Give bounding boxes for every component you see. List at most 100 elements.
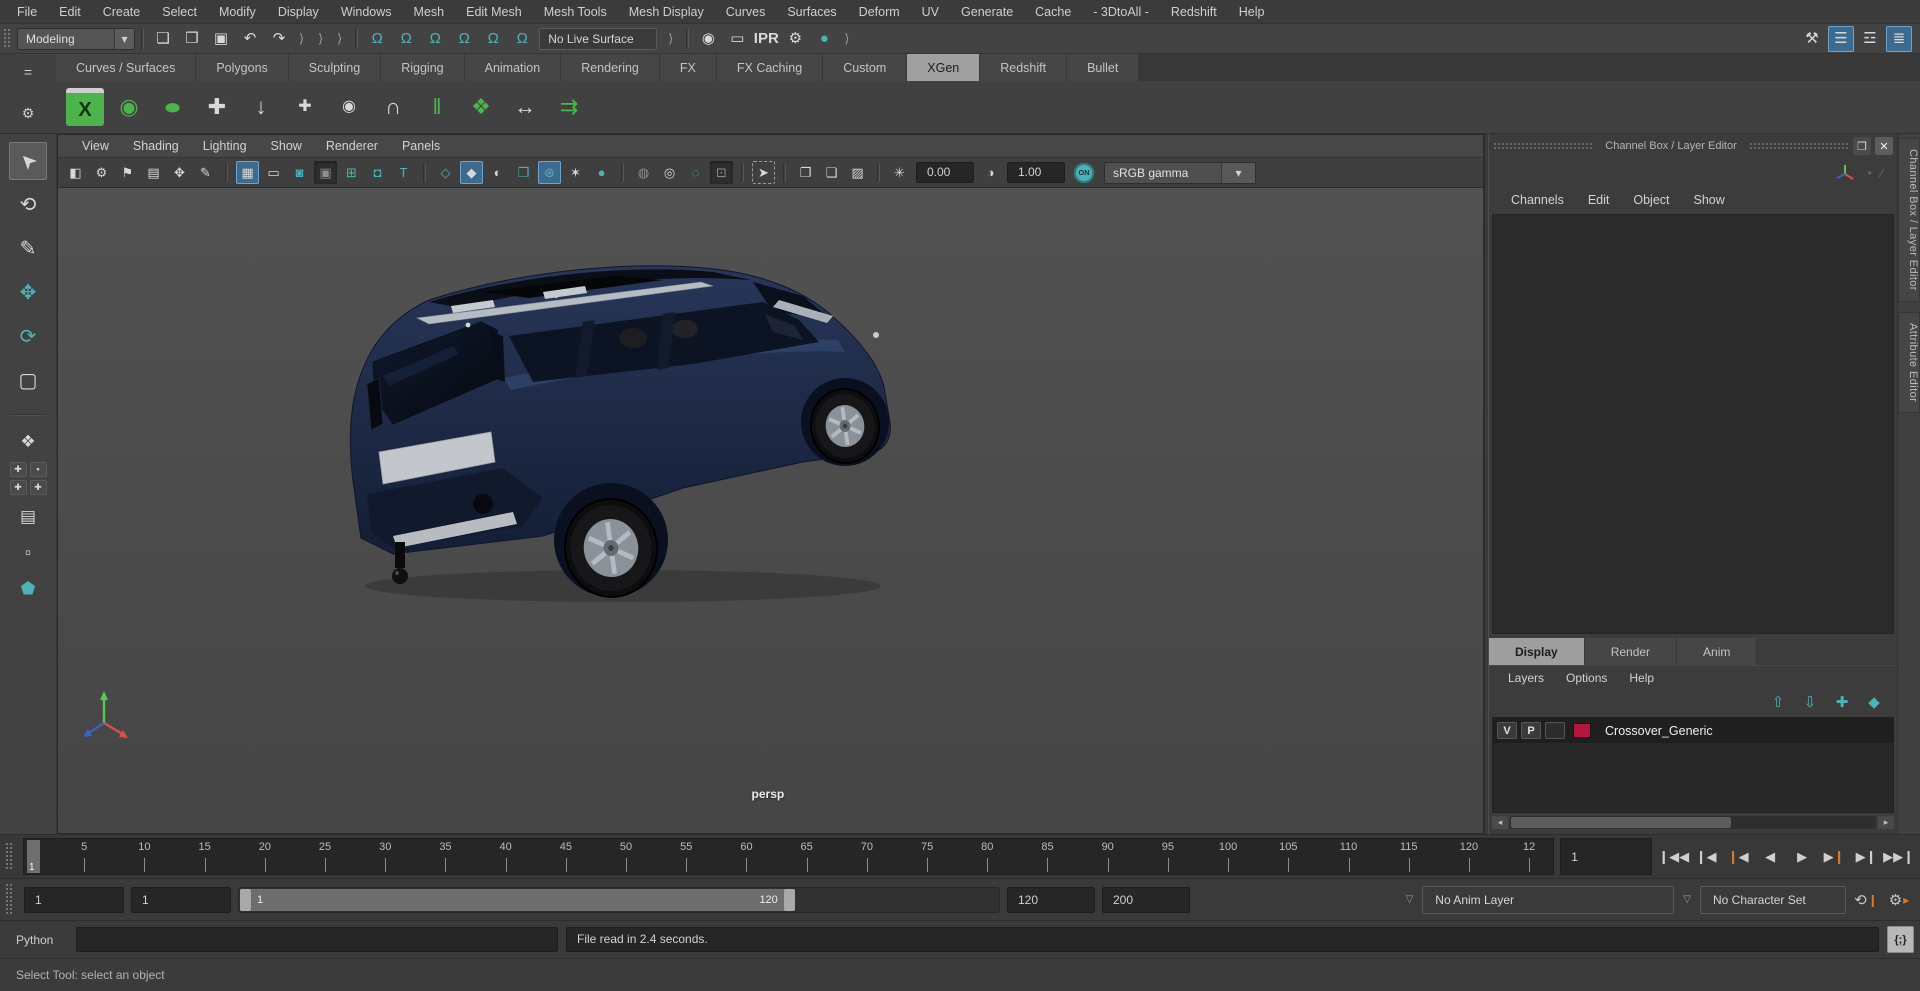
render-settings-icon[interactable]: ⚙ [782, 26, 808, 52]
menu-redshift[interactable]: Redshift [1160, 0, 1228, 24]
menu-edit-mesh[interactable]: Edit Mesh [455, 0, 533, 24]
channelbox-menu-channels[interactable]: Channels [1499, 193, 1576, 207]
menu-create[interactable]: Create [92, 0, 152, 24]
ipr-render-icon[interactable]: IPR [753, 26, 779, 52]
viewport-canvas[interactable]: persp [58, 188, 1483, 833]
motion-blur-icon[interactable]: ◎ [658, 161, 681, 184]
play-backwards-button[interactable]: ◀ [1755, 842, 1785, 872]
image-plane-icon[interactable]: ▤ [142, 161, 165, 184]
xgen-lock-length-icon[interactable]: ∩ [374, 88, 412, 126]
view-axis-gizmo[interactable] [74, 687, 134, 749]
contrast-buffer-icon[interactable]: ❏ [820, 161, 843, 184]
character-set-selector[interactable]: No Character Set [1700, 885, 1846, 914]
xgen-editor-icon[interactable]: X [66, 88, 104, 126]
menu-display[interactable]: Display [267, 0, 330, 24]
channelbox-menu-show[interactable]: Show [1682, 193, 1737, 207]
camera-bookmark-icon[interactable]: ⚑ [116, 161, 139, 184]
empty-layer-icon[interactable]: ✚ [1831, 691, 1853, 713]
color-management-toggle[interactable]: ON [1074, 162, 1094, 183]
panel-menu-lighting[interactable]: Lighting [191, 139, 259, 153]
rotate-tool-icon[interactable]: ⟳ [9, 318, 47, 356]
menu-generate[interactable]: Generate [950, 0, 1024, 24]
grease-pencil-icon[interactable]: ✎ [194, 161, 217, 184]
xgen-density-icon[interactable]: ‖ [418, 88, 456, 126]
default-lighting-icon[interactable]: ✶ [564, 161, 587, 184]
shadows-icon[interactable]: ● [590, 161, 613, 184]
xgen-add-curves-icon[interactable]: ✚ [286, 88, 324, 126]
channelbox-menu-edit[interactable]: Edit [1576, 193, 1622, 207]
select-tool-icon[interactable]: ➤ [9, 142, 47, 180]
render-current-frame-icon[interactable]: ▭ [724, 26, 750, 52]
scroll-right-icon[interactable]: ▸ [1878, 816, 1894, 829]
menu-set-selector[interactable]: Modeling ▾ [17, 27, 135, 50]
layer-menu-help[interactable]: Help [1618, 671, 1665, 685]
layer-scrollbar[interactable]: ◂ ▸ [1492, 815, 1894, 830]
pane-layout-add-left-icon[interactable]: ✚ [9, 480, 27, 495]
snap-to-grid-icon[interactable]: Ω [364, 26, 390, 52]
layer-name[interactable]: Crossover_Generic [1595, 724, 1713, 738]
redo-icon[interactable]: ↷ [266, 26, 292, 52]
marquee-tool-icon[interactable]: ▢ [9, 362, 47, 400]
channel-box-area[interactable] [1492, 214, 1894, 634]
move-layer-down-icon[interactable]: ⇩ [1799, 691, 1821, 713]
menu-windows[interactable]: Windows [330, 0, 403, 24]
suv-model[interactable] [333, 236, 903, 616]
go-to-end-button[interactable]: ▶▶❙ [1883, 842, 1914, 872]
range-end-handle[interactable] [783, 888, 795, 911]
snap-to-point-icon[interactable]: Ω [422, 26, 448, 52]
wireframe-on-shaded-icon[interactable]: ⊛ [538, 161, 561, 184]
shelf-tab-rendering[interactable]: Rendering [561, 54, 660, 81]
move-tool-icon[interactable]: ✥ [9, 274, 47, 312]
scrollbar-track[interactable] [1510, 816, 1876, 829]
animation-end-field[interactable]: 200 [1102, 886, 1190, 913]
anti-alias-icon[interactable]: ◌ [684, 161, 707, 184]
sidebar-tab-channel-box-layer-editor[interactable]: Channel Box / Layer Editor [1898, 138, 1920, 302]
snap-to-curve-icon[interactable]: Ω [393, 26, 419, 52]
film-gate-icon[interactable]: ▭ [262, 161, 285, 184]
collapse-chevron-icon[interactable]: ⟩ [337, 31, 342, 47]
shelf-tab-sculpting[interactable]: Sculpting [288, 54, 382, 81]
sidebar-tab-attribute-editor[interactable]: Attribute Editor [1898, 311, 1920, 414]
camera-attributes-icon[interactable]: ⚙ [90, 161, 113, 184]
script-input-field[interactable] [76, 927, 558, 952]
manipulator-axis-icon[interactable] [1834, 162, 1856, 184]
step-forward-frame-button[interactable]: ▶❙ [1851, 842, 1881, 872]
live-surface-field[interactable]: No Live Surface [539, 27, 658, 50]
modeling-toolkit-icon[interactable]: ⚒ [1799, 26, 1825, 52]
go-to-start-button[interactable]: ❙◀◀ [1658, 842, 1689, 872]
collapse-chevron-icon[interactable]: ⟩ [668, 31, 673, 47]
make-live-icon[interactable]: Ω [509, 26, 535, 52]
shelf-gear-icon[interactable]: ⚙ [16, 101, 40, 125]
layer-visibility-toggle[interactable]: V [1497, 722, 1517, 739]
shelf-tab-fx[interactable]: FX [659, 54, 717, 81]
channel-box-toggle-icon[interactable]: ≣ [1886, 25, 1912, 52]
snapshot-icon[interactable]: ▨ [846, 161, 869, 184]
pane-layout-small-icon[interactable]: ▪ [29, 462, 47, 477]
gate-mask-icon[interactable]: ▣ [314, 161, 337, 184]
timeline-ruler[interactable]: 1 5 10 15 20 25 30 35 40 45 50 55 60 65 70 75 80 85 90 95 1… [23, 838, 1555, 875]
play-forwards-button[interactable]: ▶ [1787, 842, 1817, 872]
layout-shortcut-ball-icon[interactable]: ⬟ [11, 573, 45, 603]
safe-action-icon[interactable]: ◘ [366, 161, 389, 184]
xgen-width-icon[interactable]: ↔ [506, 88, 544, 126]
layer-playback-toggle[interactable]: P [1521, 722, 1541, 739]
menu-surfaces[interactable]: Surfaces [776, 0, 847, 24]
drag-handle[interactable] [5, 842, 14, 871]
drag-handle[interactable] [5, 883, 14, 916]
layer-tab-display[interactable]: Display [1489, 638, 1585, 665]
panel-menu-show[interactable]: Show [259, 139, 314, 153]
drag-handle[interactable] [3, 28, 12, 49]
undo-icon[interactable]: ↶ [237, 26, 263, 52]
time-range-slider[interactable]: 1 120 [238, 886, 1000, 913]
shelf-tab-curves-surfaces[interactable]: Curves / Surfaces [56, 54, 197, 81]
animation-start-field[interactable]: 1 [24, 886, 124, 913]
menu-3dtoall[interactable]: - 3DtoAll - [1082, 0, 1160, 24]
menu-modify[interactable]: Modify [208, 0, 267, 24]
occlusion-icon[interactable]: ◍ [632, 161, 655, 184]
depth-peel-icon[interactable]: ⊡ [710, 161, 733, 184]
menu-deform[interactable]: Deform [848, 0, 911, 24]
move-layer-up-icon[interactable]: ⇧ [1767, 691, 1789, 713]
smooth-shade-icon[interactable]: ◆ [460, 161, 483, 184]
script-editor-button[interactable]: {;} [1887, 926, 1914, 953]
textured-icon[interactable]: ❒ [512, 161, 535, 184]
